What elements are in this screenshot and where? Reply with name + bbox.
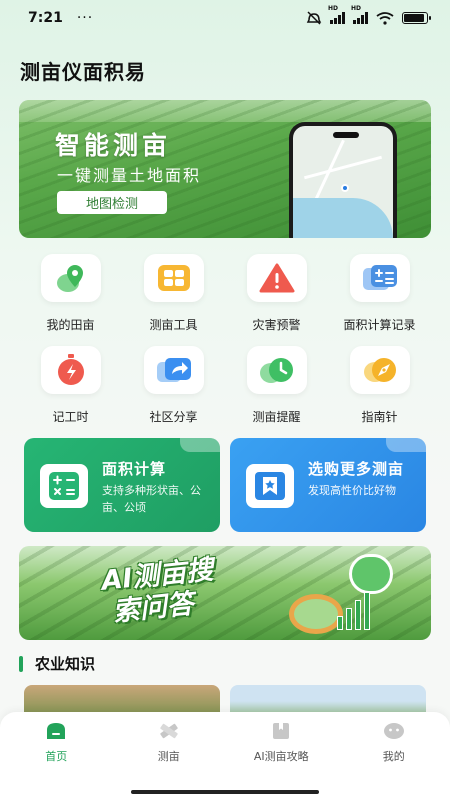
stopwatch-icon — [40, 346, 101, 394]
compass-icon — [349, 346, 410, 394]
feature-label: 社区分享 — [149, 410, 198, 424]
feature-label: 我的田亩 — [46, 318, 95, 332]
signal-icon-1: HD — [328, 5, 345, 24]
warning-icon — [246, 254, 307, 302]
bottom-tab-bar: 首页 测亩 AI测亩攻略 我的 — [0, 712, 450, 784]
tab-label: 首页 — [45, 750, 68, 763]
map-detect-button[interactable]: 地图检测 — [57, 191, 167, 214]
section-header: 农业知识 — [19, 653, 95, 674]
bookmark-star-icon — [246, 464, 294, 508]
section-title: 农业知识 — [35, 655, 96, 673]
feature-area-records[interactable]: 面积计算记录 — [328, 254, 431, 333]
feature-measure-tools[interactable]: 测亩工具 — [122, 254, 225, 333]
buy-more-title: 选购更多测亩 — [308, 460, 405, 478]
battery-icon — [402, 12, 431, 24]
clock-icon — [246, 346, 307, 394]
calculator-record-icon — [349, 254, 410, 302]
profile-icon — [382, 720, 406, 742]
section-accent-bar — [19, 655, 23, 672]
feature-label: 指南针 — [361, 410, 398, 424]
share-icon — [143, 346, 204, 394]
tab-measure[interactable]: 测亩 — [113, 712, 226, 784]
ruler-icon — [157, 720, 181, 742]
location-pin-icon — [341, 184, 349, 192]
feature-label: 灾害预警 — [252, 318, 301, 332]
mute-alarm-icon — [306, 11, 322, 25]
feature-measure-reminder[interactable]: 测亩提醒 — [225, 346, 328, 425]
status-icons: HD HD — [306, 5, 431, 25]
magnifier-icon — [289, 594, 343, 634]
banner-title: 智能测亩 — [55, 131, 172, 160]
tab-profile[interactable]: 我的 — [338, 712, 450, 784]
banner-subtitle: 一键测量土地面积 — [57, 166, 202, 185]
home-icon — [44, 720, 68, 742]
app-title: 测亩仪面积易 — [20, 60, 146, 84]
tab-home[interactable]: 首页 — [0, 712, 113, 784]
feature-compass[interactable]: 指南针 — [328, 346, 431, 425]
hero-banner[interactable]: 智能测亩 一键测量土地面积 地图检测 — [19, 100, 431, 238]
hd-label-2: HD — [351, 5, 362, 12]
tab-label: AI测亩攻略 — [253, 750, 309, 763]
feature-label: 记工时 — [52, 410, 89, 424]
status-bar: 7:21 ··· HD HD — [0, 0, 450, 36]
calculator-icon — [40, 464, 88, 508]
wifi-icon — [376, 11, 394, 25]
area-calc-desc: 支持多种形状亩、公亩、公顷 — [102, 484, 201, 514]
feature-label: 测亩提醒 — [252, 410, 301, 424]
feature-community-share[interactable]: 社区分享 — [122, 346, 225, 425]
feature-my-fields[interactable]: 我的田亩 — [19, 254, 122, 333]
area-calc-card[interactable]: 面积计算 支持多种形状亩、公亩、公顷 — [24, 438, 220, 532]
feature-label: 面积计算记录 — [343, 318, 416, 332]
feature-label: 测亩工具 — [149, 318, 198, 332]
phone-map-illustration — [289, 122, 397, 238]
signal-icon-2: HD — [351, 5, 368, 24]
feature-disaster-warning[interactable]: 灾害预警 — [225, 254, 328, 333]
home-gesture-bar[interactable] — [131, 790, 319, 794]
feature-work-hours[interactable]: 记工时 — [19, 346, 122, 425]
status-more-dots: ··· — [76, 10, 94, 26]
area-calc-title: 面积计算 — [102, 460, 167, 478]
tools-grid-icon — [143, 254, 204, 302]
guide-book-icon — [269, 720, 293, 742]
map-pin-icon — [40, 254, 101, 302]
buy-more-card[interactable]: 选购更多测亩 发现高性价比好物 — [230, 438, 426, 532]
tab-label: 测亩 — [157, 750, 180, 763]
tab-ai-guide[interactable]: AI测亩攻略 — [225, 712, 338, 784]
buy-more-desc: 发现高性价比好物 — [308, 484, 396, 497]
ai-banner-text: AI测亩搜 索问答 — [100, 554, 218, 629]
bar-chart-icon — [337, 590, 370, 630]
battery-fill — [404, 14, 424, 22]
brain-icon — [349, 554, 393, 594]
tab-label: 我的 — [382, 750, 405, 763]
status-time: 7:21 — [28, 10, 63, 26]
hd-label-1: HD — [328, 5, 339, 12]
ai-search-banner[interactable]: AI测亩搜 索问答 — [19, 546, 431, 640]
